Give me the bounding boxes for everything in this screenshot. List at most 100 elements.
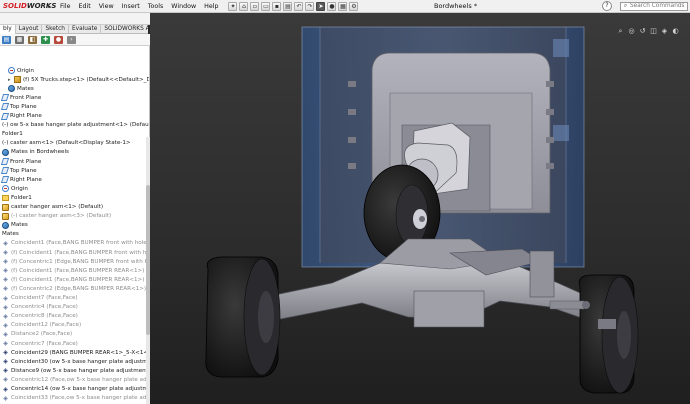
tree-item[interactable]: ◈ Coincident33 (Face,ow 5-x base hanger p… [2,394,149,403]
tree-item-label: Coincident33 (Face,ow 5-x base hanger pl… [11,395,149,402]
tree-item[interactable]: caster hanger asm<1> (Default) [2,203,103,212]
kingpin-bolt[interactable] [549,300,590,310]
tree-item[interactable]: ▸ (f) 5X Trucks.step<1> (Default<<Default… [8,75,149,84]
configuration-manager-tab-icon[interactable]: ◧ [28,35,37,44]
mate-icon: ◈ [3,376,8,384]
tree-item-label: Front Plane [10,94,42,101]
tree-item-label: Coincident30 (ow 5-x base hanger plate a… [11,358,150,365]
home-icon[interactable]: ⌂ [239,1,249,11]
search-commands-input[interactable] [630,3,686,10]
tree-item[interactable]: Mates in Bordwheels [2,148,69,157]
undo-icon[interactable]: ↶ [294,1,304,11]
right-truck-wheel[interactable] [578,274,639,394]
tree-item[interactable]: Origin [2,184,28,193]
zoom-area-icon[interactable]: ◎ [627,27,636,36]
tree-item[interactable]: ◈ Coincident29 (BANG BUMPER REAR<1>_5-X<1… [2,348,150,357]
tree-item[interactable]: ◈ Distance9 (ow 5-x base hanger plate adj… [2,366,149,375]
dimxpert-tab-icon[interactable]: ✚ [41,35,50,44]
new-document-icon[interactable]: ▫ [250,1,260,11]
tree-item[interactable]: Top Plane [0,166,37,175]
tree-item[interactable]: ◈ Coincident12 (Face,Face) [2,321,81,330]
search-commands-field[interactable]: ⌕ [620,1,688,11]
tree-item[interactable]: ◈ Coincident30 (ow 5-x base hanger plate … [2,357,150,366]
menu-edit[interactable]: Edit [75,3,95,10]
tree-item[interactable]: ◈ (f) Coincident1 (Face,BANG BUMPER REAR<… [2,266,144,275]
tree-item[interactable]: ◈ Concentric4 (Face,Face) [2,303,78,312]
menu-window[interactable]: Window [167,3,200,10]
menu-expand-icon[interactable]: ▸ [48,3,56,10]
tree-item-label: (f) Concentric1 (Edge,BANG BUMPER front … [11,258,149,265]
menu-tools[interactable]: Tools [144,3,168,10]
tree-item[interactable]: ◈ Concentric7 (Face,Face) [2,339,78,348]
tree-item[interactable]: Mates [8,84,34,93]
feature-tree-tab-icon[interactable]: ▤ [2,35,11,44]
pin-icon[interactable]: ✦ [228,1,238,11]
previous-view-icon[interactable]: ↺ [638,27,647,36]
tree-item-label: Distance2 (Face,Face) [11,331,73,338]
menu-insert[interactable]: Insert [118,3,144,10]
tree-item[interactable]: (-) caster hanger asm<3> (Default) [2,212,111,221]
tree-item[interactable]: Mates [2,221,28,230]
mate-dark-icon: ◈ [3,367,8,375]
tree-item[interactable]: ◈ (f) Concentric2 (Edge,BANG BUMPER REAR<… [2,284,146,293]
assembly-icon [2,203,9,211]
view-orientation-icon[interactable]: ◈ [660,27,669,36]
display-style-icon[interactable]: ◐ [671,27,680,36]
menu-file[interactable]: File [56,3,75,10]
feature-manager-tree: Origin ▸ (f) 5X Trucks.step<1> (Default<<D… [0,46,150,404]
tree-item[interactable]: Folder1 [2,193,32,202]
solidworks-logo[interactable]: SOLIDWORKS [0,2,56,10]
tree-item[interactable]: ◈ Distance2 (Face,Face) [2,330,72,339]
plane-icon [0,167,10,175]
more-tabs-chevron-icon[interactable]: › [67,35,76,44]
tree-item[interactable]: Origin [8,66,34,75]
help-icon[interactable]: ? [602,1,612,11]
print-icon[interactable]: ▤ [283,1,293,11]
tree-item-label: (f) Coincident1 (Face,BANG BUMPER REAR<1… [11,267,145,274]
section-view-icon[interactable]: ◫ [649,27,658,36]
tree-item[interactable]: ◈ (f) Coincident1 (Face,BANG BUMPER front… [2,248,149,257]
menu-view[interactable]: View [95,3,118,10]
tab-evaluate[interactable]: Evaluate [69,24,102,34]
tree-item[interactable]: ◈ Concentric12 (Face,ow 5-x base hanger p… [2,375,149,384]
file-properties-icon[interactable]: ▦ [338,1,348,11]
tab-layout[interactable]: Layout [16,24,43,34]
graphics-viewport[interactable]: ⌕ ◎ ↺ ◫ ◈ ◐ [150,13,690,404]
tree-item-label: Coincident29 (BANG BUMPER REAR<1>_5-X<1<… [11,349,150,356]
menu-help[interactable]: Help [200,3,222,10]
heads-up-view-toolbar: ⌕ ◎ ↺ ◫ ◈ ◐ [616,26,680,37]
tree-item[interactable]: Front Plane [0,157,41,166]
tree-item[interactable]: Front Plane [0,93,42,102]
tab-sketch[interactable]: Sketch [42,24,69,34]
tree-item[interactable]: Right Plane [0,175,42,184]
tree-item[interactable]: ◈ Concentric14 (ow 5-x base hanger plate … [2,385,149,394]
mate-icon: ◈ [3,294,8,302]
tree-item[interactable]: (-) ow 5-x base hanger plate adjustment<… [2,121,149,130]
left-truck-wheel[interactable] [205,256,281,378]
tab-assembly[interactable]: bly [0,24,16,34]
logo-brand-text: SOLID [3,2,27,10]
zoom-fit-icon[interactable]: ⌕ [616,27,625,36]
select-arrow-icon[interactable]: ➤ [316,1,326,11]
display-manager-tab-icon[interactable]: ● [54,35,63,44]
assembly-model-render[interactable] [150,13,690,404]
rebuild-icon[interactable]: ● [327,1,337,11]
tree-item-label: (f) 5X Trucks.step<1> (Default<<Default>… [23,76,149,83]
open-folder-icon[interactable]: ▭ [261,1,271,11]
options-gear-icon[interactable]: ⚙ [349,1,359,11]
tree-item[interactable]: Folder1 [2,130,23,139]
tree-item[interactable]: Right Plane [0,112,42,121]
part-icon [14,76,21,84]
feature-manager-tabs: ▤ ▦ ◧ ✚ ● › [0,34,150,46]
tree-item[interactable]: Top Plane [0,102,37,111]
tree-item[interactable]: ◈ Concentric8 (Face,Face) [2,312,78,321]
tree-item[interactable]: Mates [2,230,19,239]
redo-icon[interactable]: ↷ [305,1,315,11]
save-icon[interactable]: ▪ [272,1,282,11]
tree-item[interactable]: (-) caster asm<1> (Default<Display State… [2,139,131,148]
tree-item[interactable]: ◈ (f) Concentric1 (Edge,BANG BUMPER front… [2,257,149,266]
tree-item[interactable]: ◈ Coincident7 (Face,Face) [2,294,77,303]
tree-item[interactable]: ◈ Coincident1 (Face,BANG BUMPER front wit… [2,239,149,248]
property-manager-tab-icon[interactable]: ▦ [15,35,24,44]
tree-item[interactable]: ◈ (f) Coincident1 (Face,BANG BUMPER REAR<… [2,275,144,284]
